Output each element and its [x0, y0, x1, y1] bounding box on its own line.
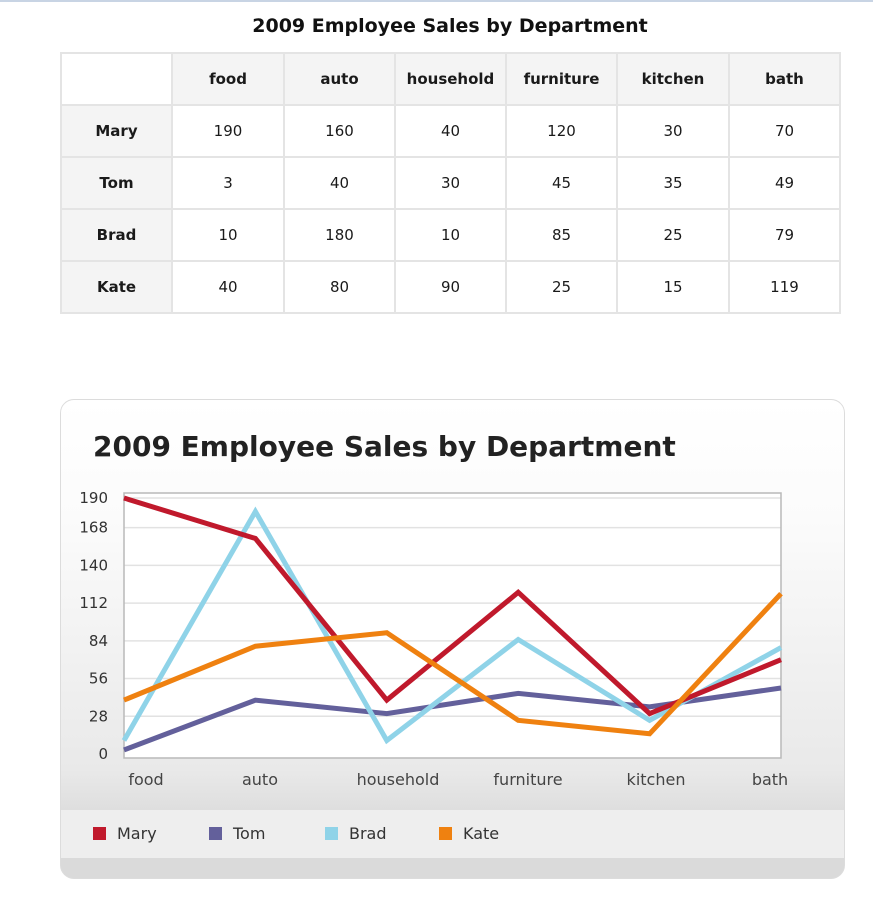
table-cell: 85	[505, 208, 618, 262]
legend-swatch	[93, 827, 106, 840]
table-cell: 25	[616, 208, 730, 262]
table-row: Mary 190 160 40 120 30 70	[60, 104, 841, 158]
row-header: Tom	[60, 156, 173, 210]
x-tick-label: bath	[752, 770, 788, 789]
y-tick-label: 112	[79, 594, 108, 612]
legend-label: Brad	[349, 824, 387, 843]
table-cell: 120	[505, 104, 618, 158]
table-cell: 80	[283, 260, 396, 314]
table-header-row: food auto household furniture kitchen ba…	[60, 52, 841, 106]
column-header: auto	[283, 52, 396, 106]
table-row: Brad 10 180 10 85 25 79	[60, 208, 841, 262]
table-cell: 25	[505, 260, 618, 314]
table-cell: 35	[616, 156, 730, 210]
table-row: Tom 3 40 30 45 35 49	[60, 156, 841, 210]
legend-label: Tom	[233, 824, 266, 843]
column-header: kitchen	[616, 52, 730, 106]
table-corner-cell	[60, 52, 173, 106]
legend-label: Kate	[463, 824, 500, 843]
y-tick-label: 84	[89, 632, 108, 650]
column-header: bath	[728, 52, 841, 106]
legend-swatch	[209, 827, 222, 840]
table-cell: 180	[283, 208, 396, 262]
row-header: Brad	[60, 208, 173, 262]
top-border	[0, 0, 873, 2]
table-cell: 90	[394, 260, 507, 314]
legend-swatch	[325, 827, 338, 840]
y-tick-label: 28	[89, 707, 108, 725]
row-header: Kate	[60, 260, 173, 314]
legend-item-brad: Brad	[325, 824, 387, 843]
table-cell: 10	[171, 208, 285, 262]
chart-legend: Mary Tom Brad Kate	[61, 810, 844, 858]
plot-area	[124, 493, 781, 758]
table-cell: 30	[394, 156, 507, 210]
table-cell: 190	[171, 104, 285, 158]
table-cell: 79	[728, 208, 841, 262]
y-tick-label: 168	[79, 519, 108, 537]
y-tick-label: 140	[79, 556, 108, 574]
y-tick-label: 56	[89, 670, 108, 688]
column-header: household	[394, 52, 507, 106]
chart-card: 2009 Employee Sales by Department 0 28 56 8…	[60, 399, 845, 879]
table-cell: 40	[394, 104, 507, 158]
table-cell: 70	[728, 104, 841, 158]
column-header: food	[171, 52, 285, 106]
legend-item-kate: Kate	[439, 824, 499, 843]
legend-label: Mary	[117, 824, 157, 843]
table-cell: 3	[171, 156, 285, 210]
line-chart: 0 28 56 84 112 140 168 190 food auto household furn…	[79, 489, 788, 789]
legend-item-mary: Mary	[93, 824, 157, 843]
sales-table: food auto household furniture kitchen ba…	[60, 52, 841, 314]
table-cell: 160	[283, 104, 396, 158]
table-cell: 15	[616, 260, 730, 314]
table-title: 2009 Employee Sales by Department	[252, 15, 648, 37]
x-tick-label: furniture	[493, 770, 562, 789]
table-cell: 40	[171, 260, 285, 314]
table-cell: 10	[394, 208, 507, 262]
table-cell: 45	[505, 156, 618, 210]
x-tick-label: food	[128, 770, 163, 789]
card-footer	[61, 858, 844, 878]
y-tick-label: 190	[79, 489, 108, 507]
table-cell: 49	[728, 156, 841, 210]
table-cell: 30	[616, 104, 730, 158]
legend-item-tom: Tom	[209, 824, 265, 843]
y-tick-label: 0	[98, 745, 108, 763]
x-tick-label: kitchen	[627, 770, 686, 789]
legend-swatch	[439, 827, 452, 840]
x-tick-label: auto	[242, 770, 278, 789]
x-tick-label: household	[357, 770, 440, 789]
table-cell: 40	[283, 156, 396, 210]
table-row: Kate 40 80 90 25 15 119	[60, 260, 841, 314]
table-cell: 119	[728, 260, 841, 314]
column-header: furniture	[505, 52, 618, 106]
row-header: Mary	[60, 104, 173, 158]
